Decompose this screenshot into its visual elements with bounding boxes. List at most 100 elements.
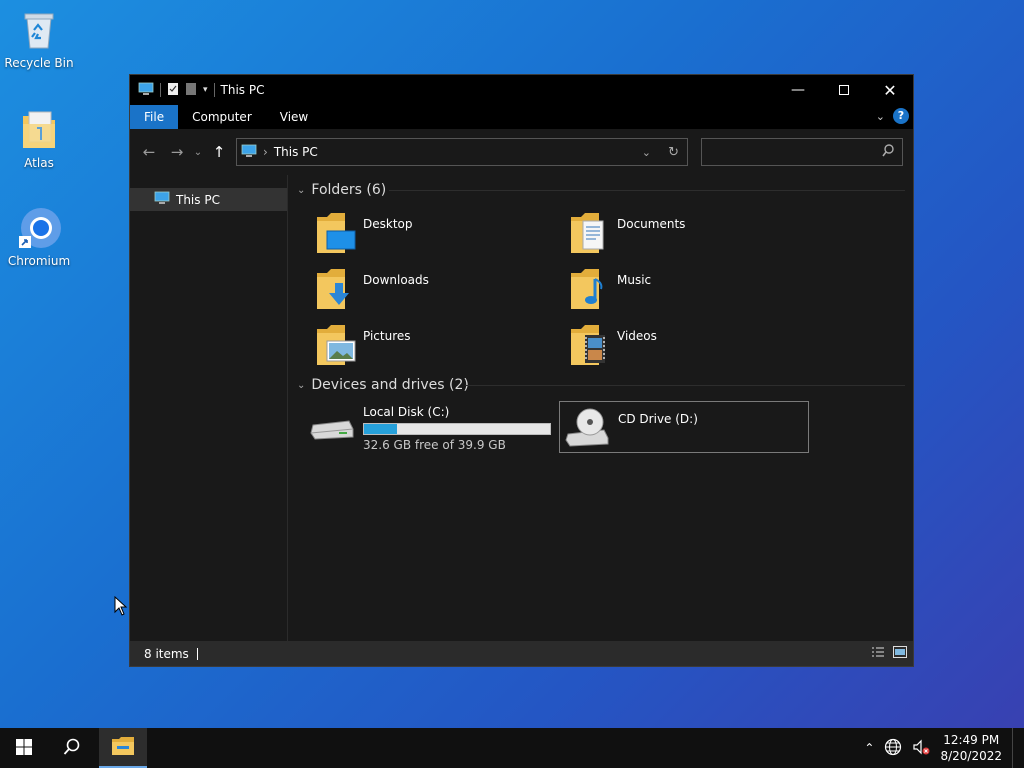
search-input[interactable] [702,139,872,165]
navigation-bar: ← → ⌄ ↑ › This PC ⌄ ↻ [130,129,913,175]
nav-item-label: This PC [176,192,220,207]
folder-label: Desktop [363,217,413,231]
folder-downloads[interactable]: Downloads [315,267,555,315]
folder-label: Downloads [363,273,429,287]
recycle-bin-icon [17,8,61,52]
computer-icon [154,191,170,208]
new-folder-icon[interactable] [185,82,197,99]
hard-drive-icon [309,415,357,459]
folder-icon [17,108,61,152]
search-icon [882,144,894,161]
forward-button[interactable]: → [163,138,191,166]
tab-view[interactable]: View [266,105,322,129]
chevron-up-icon[interactable]: ⌃ [864,741,874,755]
clock-time: 12:49 PM [943,733,1000,747]
folder-label: Videos [617,329,657,343]
refresh-icon[interactable]: ↻ [668,145,679,160]
search-box[interactable] [701,138,903,166]
chevron-down-icon: ⌄ [193,146,203,158]
up-button[interactable]: ↑ [205,138,233,166]
folder-label: Pictures [363,329,411,343]
minimize-button[interactable]: — [775,75,821,105]
tab-computer[interactable]: Computer [178,105,266,129]
desktop-icon-label: Recycle Bin [4,56,74,70]
up-arrow-icon: ↑ [212,143,226,161]
details-view-icon[interactable] [871,646,885,661]
desktop-icon-atlas[interactable]: Atlas [0,108,78,170]
forward-arrow-icon: → [170,143,184,161]
videos-folder-icon [569,323,611,367]
customize-toolbar-icon[interactable]: ▾ [203,85,208,95]
help-icon[interactable]: ? [893,108,909,124]
folder-music[interactable]: Music [569,267,809,315]
content-view: ⌄ Folders (6) Desktop Documents Download… [289,175,913,641]
drive-usage-fill [364,424,398,434]
folder-videos[interactable]: Videos [569,323,809,371]
status-bar: 8 items [130,641,913,666]
chevron-down-icon: ⌄ [297,184,306,196]
drive-cd-d[interactable]: CD Drive (D:) [559,401,809,453]
documents-folder-icon [569,211,611,255]
drive-name: CD Drive (D:) [618,412,698,426]
drive-free-space: 32.6 GB free of 39.9 GB [363,438,506,452]
folder-pictures[interactable]: Pictures [315,323,555,371]
back-arrow-icon: ← [142,143,156,161]
desktop-icon-label: Atlas [24,156,54,170]
music-folder-icon [569,267,611,311]
window-title: This PC [220,83,265,97]
ribbon-tabs: File Computer View ⌄ ? [130,105,913,129]
minimize-icon: — [791,82,805,98]
quick-access-toolbar: ▾ [138,82,215,99]
maximize-icon [839,85,849,95]
cd-drive-icon [564,406,612,450]
group-header-folders[interactable]: ⌄ Folders (6) [297,182,386,198]
group-title: Devices and drives (2) [311,377,469,393]
breadcrumb-this-pc[interactable]: This PC [274,145,318,159]
desktop-icon-chromium[interactable]: Chromium [0,206,78,268]
desktop-icon-label: Chromium [7,254,71,268]
title-bar[interactable]: ▾ This PC — ✕ [130,75,913,105]
folder-label: Documents [617,217,686,231]
search-button[interactable] [48,728,96,768]
search-icon [63,738,81,759]
address-bar[interactable]: › This PC ⌄ ↻ [236,138,688,166]
system-tray: ⌃ 12:49 PM 8/20/2022 [864,728,1016,768]
folder-desktop[interactable]: Desktop [315,211,555,259]
volume-muted-icon[interactable] [912,738,930,759]
drive-local-disk-c[interactable]: Local Disk (C:) 32.6 GB free of 39.9 GB [309,403,559,452]
windows-logo-icon [16,738,32,758]
tab-file[interactable]: File [130,105,179,129]
group-header-drives[interactable]: ⌄ Devices and drives (2) [297,377,469,393]
close-icon: ✕ [883,80,897,100]
close-button[interactable]: ✕ [867,75,913,105]
drive-usage-bar [363,423,551,435]
folder-label: Music [617,273,652,287]
show-desktop-button[interactable] [1012,728,1016,768]
chevron-down-icon: ⌄ [297,379,306,391]
item-count: 8 items [144,646,189,661]
computer-icon [138,82,154,99]
address-dropdown-icon[interactable]: ⌄ [642,146,651,159]
large-icons-view-icon[interactable] [893,646,907,661]
back-button[interactable]: ← [135,138,163,166]
mouse-cursor-icon [114,596,128,616]
expand-ribbon-icon[interactable]: ⌄ [876,110,885,123]
taskbar: ⌃ 12:49 PM 8/20/2022 [0,728,1024,768]
file-explorer-icon [111,736,135,759]
drive-name: Local Disk (C:) [363,405,450,419]
properties-icon[interactable] [167,82,179,99]
breadcrumb-separator[interactable]: › [263,145,268,159]
computer-icon [241,144,257,161]
network-icon[interactable] [884,738,902,759]
desktop-icon-recycle-bin[interactable]: Recycle Bin [0,8,78,70]
start-button[interactable] [0,728,48,768]
nav-item-this-pc[interactable]: This PC [130,188,287,211]
desktop-folder-icon [315,211,357,255]
recent-locations-button[interactable]: ⌄ [191,138,205,166]
folder-documents[interactable]: Documents [569,211,809,259]
chromium-icon [17,206,61,250]
maximize-button[interactable] [821,75,867,105]
file-explorer-window: ▾ This PC — ✕ File Computer View ⌄ ? ← →… [129,74,914,667]
taskbar-file-explorer[interactable] [99,728,147,768]
clock[interactable]: 12:49 PM 8/20/2022 [940,732,1002,764]
